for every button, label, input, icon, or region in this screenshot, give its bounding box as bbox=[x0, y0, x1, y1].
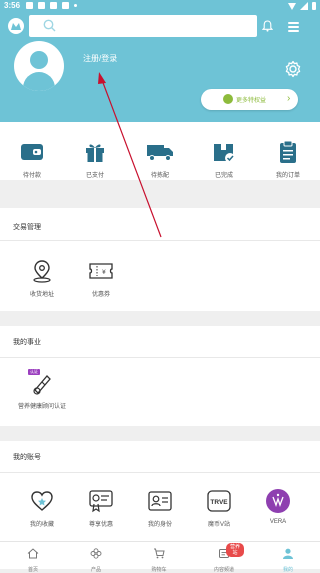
career-section: 我的事业 认证 营养健康顾问认证 bbox=[0, 326, 320, 426]
menu-icon[interactable] bbox=[288, 22, 299, 34]
tab-label: 购物车 bbox=[151, 567, 167, 573]
location-icon bbox=[33, 260, 51, 283]
tab-me[interactable]: 我的 bbox=[268, 546, 308, 573]
tab-home[interactable]: 首页 bbox=[13, 546, 53, 573]
order-item-paid[interactable]: 已支付 bbox=[70, 140, 120, 179]
order-item-my-orders[interactable]: 我的订单 bbox=[263, 140, 313, 179]
favorites-button[interactable]: 我的收藏 bbox=[12, 488, 72, 528]
clipboard-icon bbox=[280, 140, 296, 163]
order-label: 待付款 bbox=[22, 173, 41, 179]
section-title: 我的事业 bbox=[13, 339, 41, 346]
nutrition-certification-button[interactable]: 认证 营养健康顾问认证 bbox=[12, 369, 72, 410]
account-section: 我的账号 我的收藏 尊享优惠 我的身份 TRVE 魔币V站 VERA bbox=[0, 441, 320, 541]
notification-image-icon bbox=[38, 2, 45, 9]
gift-icon bbox=[86, 144, 104, 162]
my-identity-button[interactable]: 我的身份 bbox=[130, 488, 190, 528]
order-label: 已完成 bbox=[214, 173, 233, 179]
trve-icon: TRVE bbox=[207, 490, 231, 512]
rights-button[interactable]: 更多特权益 › bbox=[201, 89, 298, 110]
order-label: 我的订单 bbox=[275, 173, 300, 179]
tab-label: 首页 bbox=[27, 567, 38, 573]
item-label: 营养健康顾问认证 bbox=[17, 404, 66, 410]
login-link[interactable]: 注册/登录 bbox=[83, 53, 117, 64]
rights-label: 更多特权益 bbox=[236, 98, 267, 104]
transactions-section: 交易管理 收货地址 ¥ 优惠券 bbox=[0, 208, 320, 311]
notification-dot-icon bbox=[74, 4, 77, 7]
vip-offers-button[interactable]: 尊享优惠 bbox=[71, 488, 131, 528]
item-label: 优惠券 bbox=[91, 292, 110, 298]
order-item-pending-payment[interactable]: 待付款 bbox=[7, 140, 57, 179]
order-label: 已支付 bbox=[85, 173, 104, 179]
vera-icon bbox=[266, 489, 290, 513]
profile-header: 注册/登录 更多特权益 › bbox=[0, 12, 320, 122]
svg-text:¥: ¥ bbox=[102, 269, 106, 276]
coupon-button[interactable]: ¥ 优惠券 bbox=[71, 258, 131, 298]
cart-icon bbox=[154, 548, 165, 559]
search-icon bbox=[43, 19, 56, 32]
shipping-address-button[interactable]: 收货地址 bbox=[12, 258, 72, 298]
truck-icon bbox=[147, 145, 173, 161]
divider bbox=[0, 357, 320, 358]
status-time: 3:56 bbox=[4, 1, 21, 10]
bell-icon[interactable] bbox=[262, 20, 273, 32]
chevron-right-icon: › bbox=[287, 93, 291, 104]
certification-tag: 认证 bbox=[28, 369, 40, 375]
divider bbox=[0, 472, 320, 473]
item-label: 我的收藏 bbox=[29, 522, 54, 528]
section-title: 我的账号 bbox=[13, 454, 41, 461]
svg-text:TRVE: TRVE bbox=[210, 499, 228, 506]
section-title: 交易管理 bbox=[13, 224, 41, 231]
battery-icon bbox=[312, 2, 316, 10]
notification-download-icon bbox=[62, 2, 69, 9]
gear-icon[interactable] bbox=[284, 60, 302, 78]
coupon-icon: ¥ bbox=[89, 263, 113, 279]
item-label: 收货地址 bbox=[29, 292, 54, 298]
notification-icons bbox=[26, 2, 77, 9]
tab-products[interactable]: 产品 bbox=[76, 546, 116, 573]
medal-icon bbox=[223, 94, 233, 104]
heart-icon bbox=[31, 491, 53, 511]
id-card-icon bbox=[148, 491, 172, 511]
notification-app-icon bbox=[26, 2, 33, 9]
app-logo-icon[interactable] bbox=[8, 18, 24, 34]
wallet-icon bbox=[21, 144, 43, 160]
order-label: 待拣配 bbox=[150, 173, 169, 179]
signal-icon bbox=[300, 2, 308, 10]
tab-label: 内容频道 bbox=[213, 567, 234, 573]
bottom-tab-bar: 首页 产品 购物车 营养站 内容频道 我的 bbox=[0, 541, 320, 573]
vera-button[interactable]: VERA bbox=[248, 488, 308, 525]
status-bar: 3:56 bbox=[0, 0, 320, 12]
user-icon bbox=[283, 548, 293, 559]
order-status-bar: 待付款 已支付 待拣配 已完成 我的订单 bbox=[0, 122, 320, 180]
tab-label: 我的 bbox=[282, 567, 293, 573]
system-indicators bbox=[288, 2, 316, 10]
box-check-icon bbox=[214, 144, 235, 163]
item-label: VERA bbox=[269, 519, 287, 525]
tab-label: 产品 bbox=[90, 567, 101, 573]
item-label: 魔币V站 bbox=[207, 522, 230, 528]
order-item-completed[interactable]: 已完成 bbox=[199, 140, 249, 179]
flower-icon bbox=[90, 548, 102, 559]
tab-content[interactable]: 营养站 内容频道 bbox=[204, 543, 244, 573]
item-label: 我的身份 bbox=[147, 522, 172, 528]
vip-card-icon bbox=[89, 490, 113, 513]
search-input[interactable] bbox=[29, 15, 257, 37]
wifi-icon bbox=[288, 2, 296, 10]
trve-station-button[interactable]: TRVE 魔币V站 bbox=[189, 488, 249, 528]
notification-download-icon bbox=[50, 2, 57, 9]
content-badge: 营养站 bbox=[226, 543, 244, 557]
home-icon bbox=[27, 548, 39, 559]
divider bbox=[0, 240, 320, 241]
item-label: 尊享优惠 bbox=[88, 522, 113, 528]
avatar[interactable] bbox=[14, 41, 64, 91]
order-item-picking[interactable]: 待拣配 bbox=[135, 140, 185, 179]
tab-cart[interactable]: 购物车 bbox=[139, 546, 179, 573]
